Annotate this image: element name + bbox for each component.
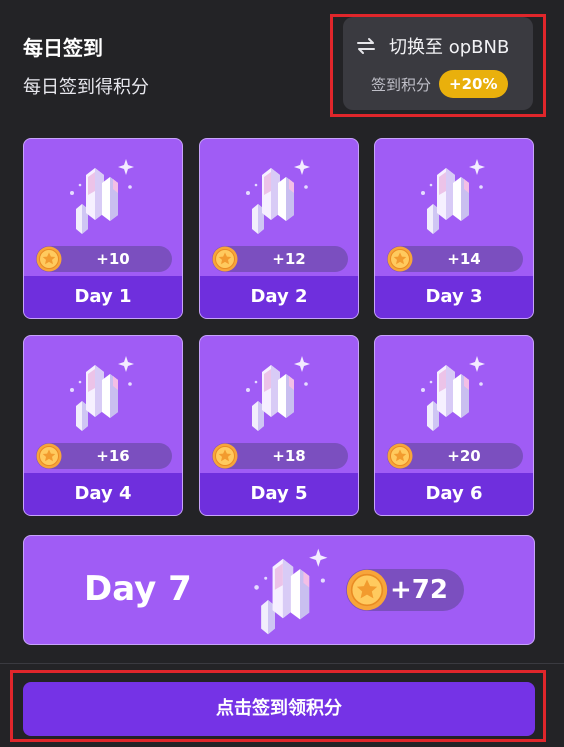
coin-icon [212, 246, 238, 272]
reward-pill: +18 [212, 443, 348, 469]
day-label: Day 3 [375, 276, 533, 318]
reward-pill: +14 [387, 246, 523, 272]
day-card-7[interactable]: Day 7 +72 [23, 535, 535, 645]
coin-icon [212, 443, 238, 469]
reward-pill: +72 [346, 569, 464, 611]
day-card-5[interactable]: +18 Day 5 [199, 335, 359, 516]
reward-value: +10 [96, 250, 130, 268]
crystal-icon [244, 354, 314, 434]
reward-value: +16 [96, 447, 130, 465]
reward-pill: +12 [212, 246, 348, 272]
reward-pill: +10 [36, 246, 172, 272]
day-label: Day 5 [200, 473, 358, 515]
bonus-label: 签到积分 [371, 75, 432, 94]
crystal-icon [419, 157, 489, 237]
crystal-icon [419, 354, 489, 434]
day-card-6[interactable]: +20 Day 6 [374, 335, 534, 516]
switch-network-button[interactable]: 切换至 opBNB 签到积分 +20% [343, 17, 533, 110]
day-card-3[interactable]: +14 Day 3 [374, 138, 534, 319]
swap-arrows-icon [357, 38, 375, 54]
crystal-icon [68, 157, 138, 237]
check-in-button[interactable]: 点击签到领积分 [23, 682, 535, 736]
crystal-icon [252, 546, 332, 638]
crystal-icon [68, 354, 138, 434]
day-card-4[interactable]: +16 Day 4 [23, 335, 183, 516]
reward-pill: +16 [36, 443, 172, 469]
bonus-badge: +20% [439, 70, 508, 98]
day-label: Day 1 [24, 276, 182, 318]
coin-icon [387, 443, 413, 469]
reward-value: +20 [447, 447, 481, 465]
page-title: 每日签到 [23, 36, 103, 60]
day-label: Day 7 [84, 569, 192, 609]
reward-pill: +20 [387, 443, 523, 469]
coin-icon [36, 246, 62, 272]
coin-icon [346, 569, 388, 611]
switch-network-label: 切换至 opBNB [389, 37, 510, 58]
divider [0, 663, 564, 664]
day-card-2[interactable]: +12 Day 2 [199, 138, 359, 319]
day-card-1[interactable]: +10 Day 1 [23, 138, 183, 319]
page-subtitle: 每日签到得积分 [23, 77, 149, 98]
reward-value: +14 [447, 250, 481, 268]
day-label: Day 2 [200, 276, 358, 318]
day-label: Day 4 [24, 473, 182, 515]
reward-value: +12 [272, 250, 306, 268]
coin-icon [36, 443, 62, 469]
reward-value: +18 [272, 447, 306, 465]
crystal-icon [244, 157, 314, 237]
coin-icon [387, 246, 413, 272]
reward-value: +72 [390, 575, 448, 605]
day-label: Day 6 [375, 473, 533, 515]
